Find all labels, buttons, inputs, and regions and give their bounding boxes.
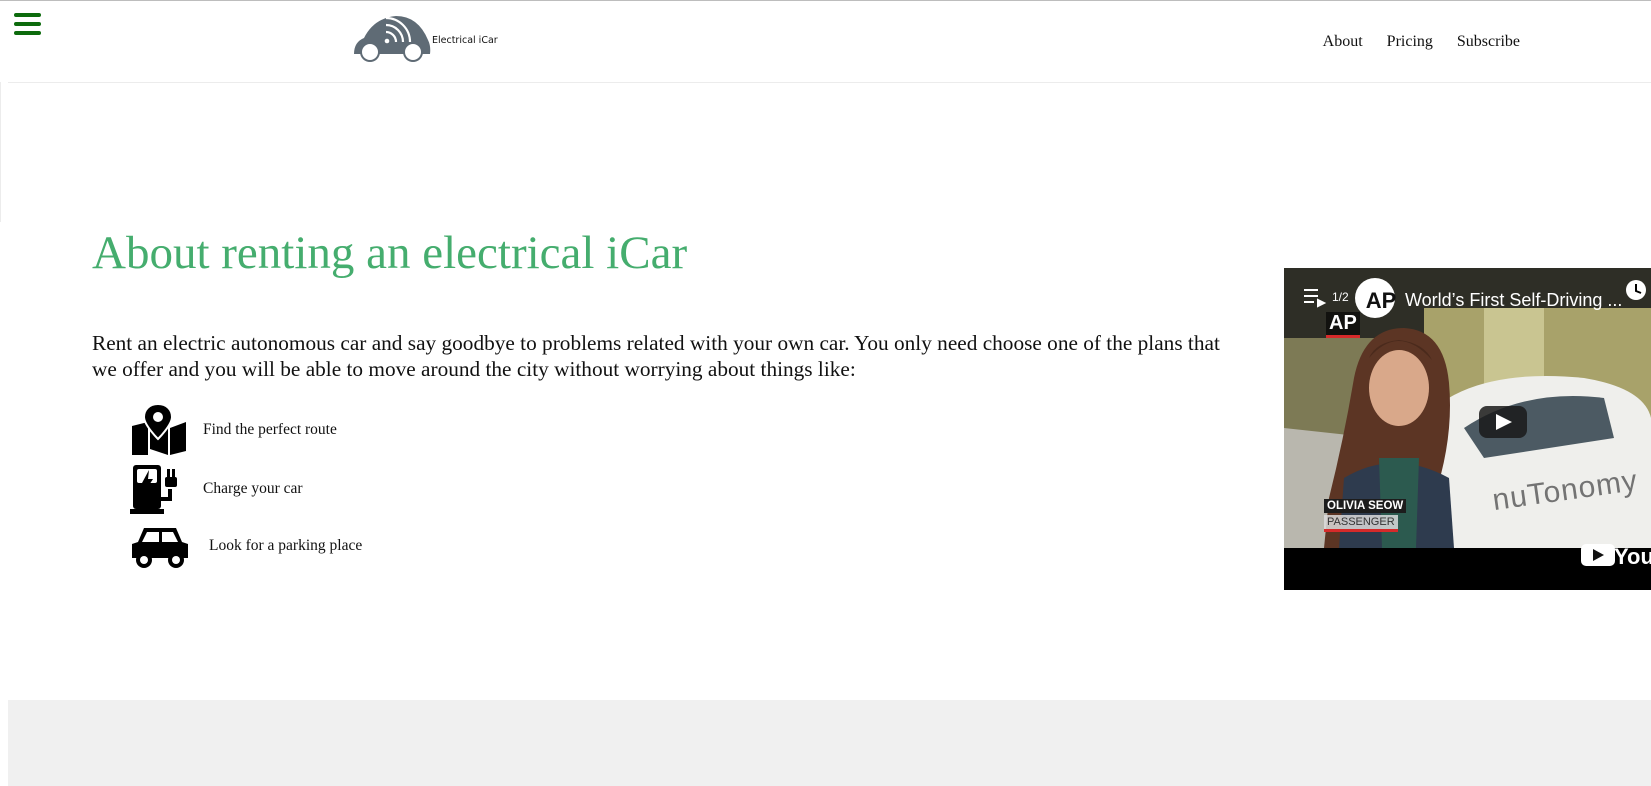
map-pin-icon [132, 404, 186, 455]
feature-label-charge: Charge your car [203, 480, 303, 497]
channel-avatar[interactable]: AP [1361, 288, 1401, 314]
playlist-counter: 1/2 [1332, 290, 1349, 304]
page-title: About renting an electrical iCar [92, 227, 688, 279]
main-nav: About Pricing Subscribe [1323, 33, 1520, 51]
embedded-video-player[interactable]: 1/2 AP World’s First Self-Driving ... AP… [1284, 268, 1651, 590]
hamburger-menu-icon[interactable] [14, 13, 41, 35]
left-divider [0, 82, 1, 222]
feature-item-charge: Charge your car [130, 463, 303, 515]
ap-corner-logo: AP [1326, 312, 1360, 338]
lower-third-role: PASSENGER [1324, 515, 1398, 532]
feature-item-parking: Look for a parking place [130, 520, 362, 572]
feature-label-parking: Look for a parking place [209, 537, 363, 554]
nav-pricing-link[interactable]: Pricing [1387, 33, 1433, 51]
youtube-watermark[interactable]: You [1614, 544, 1651, 570]
site-logo[interactable]: Electrical iCar [352, 12, 512, 64]
intro-paragraph: Rent an electric autonomous car and say … [92, 331, 1220, 381]
footer [8, 700, 1651, 786]
car-icon [132, 528, 188, 568]
car-wifi-logo-icon [354, 16, 431, 62]
site-header: Electrical iCar About Pricing Subscribe [8, 1, 1651, 83]
nav-about-link[interactable]: About [1323, 33, 1363, 51]
charging-station-icon [130, 465, 177, 514]
logo-text: Electrical iCar [432, 35, 498, 46]
nav-subscribe-link[interactable]: Subscribe [1457, 33, 1520, 51]
lower-third-name: OLIVIA SEOW [1324, 499, 1407, 513]
feature-item-route: Find the perfect route [130, 404, 337, 456]
video-title[interactable]: World’s First Self-Driving ... [1405, 290, 1622, 311]
feature-label-route: Find the perfect route [203, 421, 337, 438]
